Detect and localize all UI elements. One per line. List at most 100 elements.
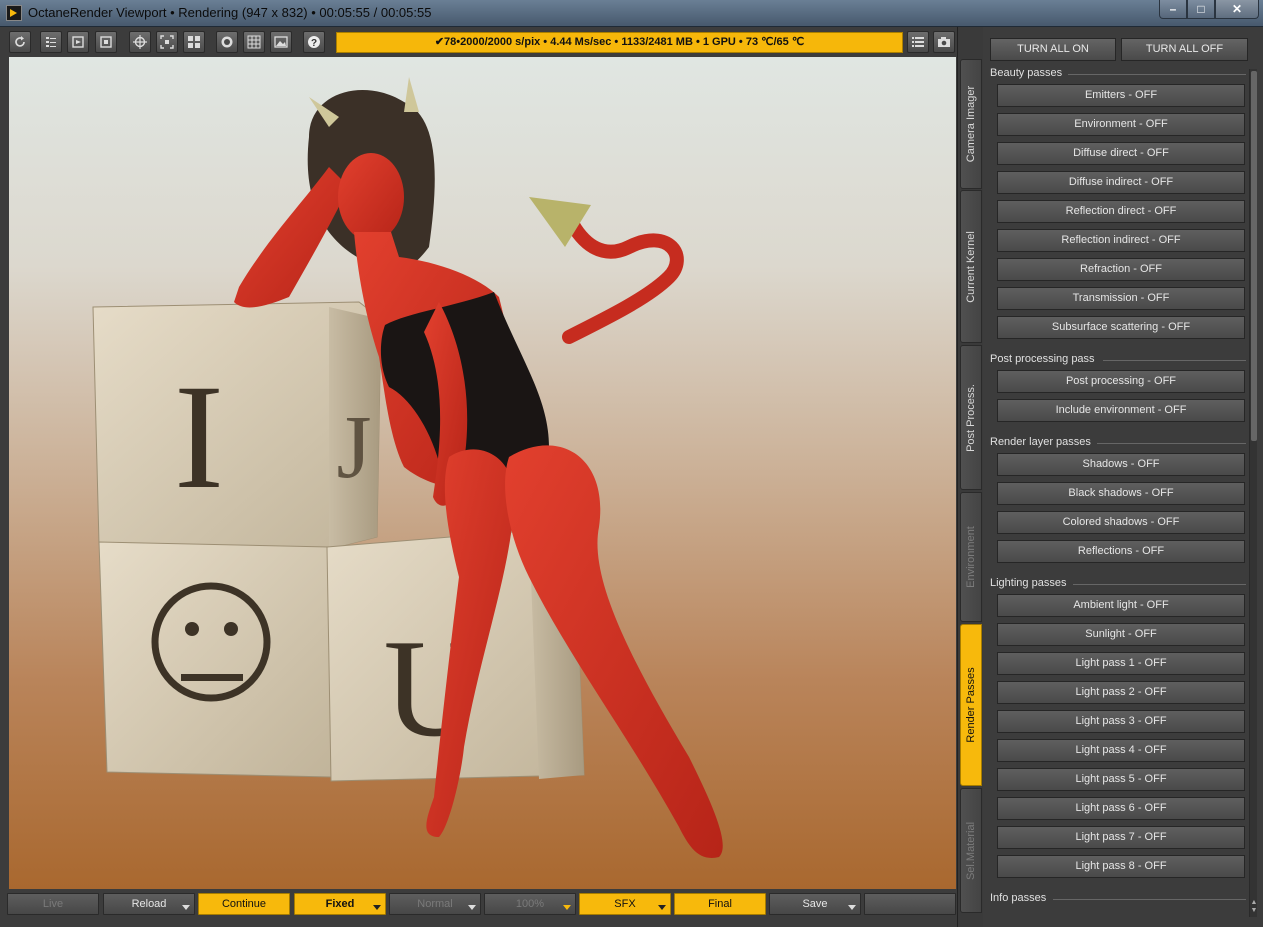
tab-camera-imager[interactable]: Camera Imager — [960, 59, 982, 189]
tab-render-passes[interactable]: Render Passes — [960, 624, 982, 786]
chevron-down-icon[interactable] — [658, 905, 666, 910]
tab-sel-material[interactable]: Sel.Material — [960, 788, 982, 913]
pass-button-light-pass-4[interactable]: Light pass 4 - OFF — [997, 739, 1245, 762]
normal-label: Normal — [417, 898, 453, 910]
wooden-block-top-left: I J — [92, 301, 382, 550]
divider — [1097, 443, 1246, 444]
target-icon[interactable] — [129, 31, 151, 53]
pass-button-sunlight[interactable]: Sunlight - OFF — [997, 623, 1245, 646]
wooden-block-bottom-left — [98, 541, 332, 778]
final-button[interactable]: Final — [674, 893, 766, 915]
scrollbar-thumb[interactable] — [1251, 71, 1257, 441]
pass-button-reflections[interactable]: Reflections - OFF — [997, 540, 1245, 563]
tab-label: Camera Imager — [965, 85, 977, 163]
window-title: OctaneRender Viewport • Rendering (947 x… — [28, 5, 432, 20]
reload-label: Reload — [131, 898, 167, 910]
sfx-label: SFX — [614, 898, 636, 910]
render-viewport[interactable]: I J U — [9, 57, 956, 889]
chevron-down-icon[interactable] — [563, 905, 571, 910]
tab-current-kernel[interactable]: Current Kernel — [960, 190, 982, 343]
scroll-down-icon[interactable]: ▼ — [1250, 907, 1258, 915]
pass-button-environment[interactable]: Environment - OFF — [997, 113, 1245, 136]
empty-button[interactable] — [864, 893, 956, 915]
live-button[interactable]: Live — [7, 893, 99, 915]
pass-button-subsurface-scattering[interactable]: Subsurface scattering - OFF — [997, 316, 1245, 339]
divider — [1068, 74, 1246, 75]
pass-button-emitters[interactable]: Emitters - OFF — [997, 84, 1245, 107]
rendered-image: I J U — [92, 77, 723, 858]
live-label: Live — [42, 898, 64, 910]
pass-button-diffuse-direct[interactable]: Diffuse direct - OFF — [997, 142, 1245, 165]
zoom-button[interactable]: 100% — [484, 893, 576, 915]
pass-button-black-shadows[interactable]: Black shadows - OFF — [997, 482, 1245, 505]
fixed-label: Fixed — [325, 898, 355, 910]
help-icon[interactable]: ? — [303, 31, 325, 53]
octane-viewport-window: OctaneRender Viewport • Rendering (947 x… — [0, 0, 1263, 927]
tab-post-process[interactable]: Post Process. — [960, 345, 982, 490]
tab-label: Sel.Material — [965, 821, 977, 880]
turn-all-off-button[interactable]: TURN ALL OFF — [1121, 38, 1248, 61]
block-letter-i: I — [174, 354, 224, 520]
section-title-beauty: Beauty passes — [990, 67, 1063, 79]
camera-icon[interactable] — [933, 31, 955, 53]
title-bar[interactable]: OctaneRender Viewport • Rendering (947 x… — [0, 0, 1263, 27]
final-label: Final — [708, 898, 732, 910]
side-tabs: Camera Imager Current Kernel Post Proces… — [957, 27, 983, 927]
chevron-down-icon[interactable] — [848, 905, 856, 910]
divider — [1053, 899, 1246, 900]
reload-button[interactable]: Reload — [103, 893, 195, 915]
pass-button-reflection-indirect[interactable]: Reflection indirect - OFF — [997, 229, 1245, 252]
pass-button-colored-shadows[interactable]: Colored shadows - OFF — [997, 511, 1245, 534]
pass-button-light-pass-8[interactable]: Light pass 8 - OFF — [997, 855, 1245, 878]
layers-icon[interactable] — [40, 31, 62, 53]
normal-button[interactable]: Normal — [389, 893, 481, 915]
save-button[interactable]: Save — [769, 893, 861, 915]
tab-environment[interactable]: Environment — [960, 492, 982, 622]
export-icon[interactable] — [67, 31, 89, 53]
tab-label: Current Kernel — [965, 230, 977, 303]
scroll-up-icon[interactable]: ▲ — [1250, 899, 1258, 907]
pass-button-light-pass-3[interactable]: Light pass 3 - OFF — [997, 710, 1245, 733]
save-label: Save — [802, 898, 828, 910]
chevron-down-icon[interactable] — [373, 905, 381, 910]
pass-button-shadows[interactable]: Shadows - OFF — [997, 453, 1245, 476]
pass-button-light-pass-2[interactable]: Light pass 2 - OFF — [997, 681, 1245, 704]
tab-label: Render Passes — [965, 667, 977, 743]
pass-button-refraction[interactable]: Refraction - OFF — [997, 258, 1245, 281]
section-title-post-processing: Post processing pass — [990, 353, 1095, 365]
continue-button[interactable]: Continue — [198, 893, 290, 915]
refresh-icon[interactable] — [9, 31, 31, 53]
pass-button-reflection-direct[interactable]: Reflection direct - OFF — [997, 200, 1245, 223]
section-title-render-layer: Render layer passes — [990, 436, 1091, 448]
render-passes-panel: TURN ALL ON TURN ALL OFF Beauty passes E… — [983, 27, 1263, 927]
pass-button-light-pass-6[interactable]: Light pass 6 - OFF — [997, 797, 1245, 820]
chevron-down-icon[interactable] — [468, 905, 476, 910]
image-icon[interactable] — [270, 31, 292, 53]
grid-icon[interactable] — [183, 31, 205, 53]
fixed-button[interactable]: Fixed — [294, 893, 386, 915]
close-button[interactable]: ✕ — [1215, 0, 1259, 19]
pass-button-transmission[interactable]: Transmission - OFF — [997, 287, 1245, 310]
settings-icon[interactable] — [95, 31, 117, 53]
sfx-button[interactable]: SFX — [579, 893, 671, 915]
list-icon[interactable] — [907, 31, 929, 53]
chevron-down-icon[interactable] — [182, 905, 190, 910]
focus-icon[interactable] — [156, 31, 178, 53]
pass-button-include-environment[interactable]: Include environment - OFF — [997, 399, 1245, 422]
render-status-bar: ✔78•2000/2000 s/pix • 4.44 Ms/sec • 1133… — [336, 32, 903, 53]
panel-scrollbar[interactable]: ▲ ▼ — [1249, 69, 1257, 917]
pass-button-diffuse-indirect[interactable]: Diffuse indirect - OFF — [997, 171, 1245, 194]
sphere-icon[interactable] — [216, 31, 238, 53]
mesh-icon[interactable] — [243, 31, 265, 53]
devil-tail — [562, 210, 684, 344]
tab-label: Post Process. — [965, 383, 977, 452]
pass-button-post-processing[interactable]: Post processing - OFF — [997, 370, 1245, 393]
window-controls: – □ ✕ — [1159, 0, 1259, 20]
minimize-button[interactable]: – — [1159, 0, 1187, 19]
turn-all-on-button[interactable]: TURN ALL ON — [990, 38, 1116, 61]
pass-button-light-pass-1[interactable]: Light pass 1 - OFF — [997, 652, 1245, 675]
pass-button-light-pass-7[interactable]: Light pass 7 - OFF — [997, 826, 1245, 849]
pass-button-ambient-light[interactable]: Ambient light - OFF — [997, 594, 1245, 617]
pass-button-light-pass-5[interactable]: Light pass 5 - OFF — [997, 768, 1245, 791]
maximize-button[interactable]: □ — [1187, 0, 1215, 19]
